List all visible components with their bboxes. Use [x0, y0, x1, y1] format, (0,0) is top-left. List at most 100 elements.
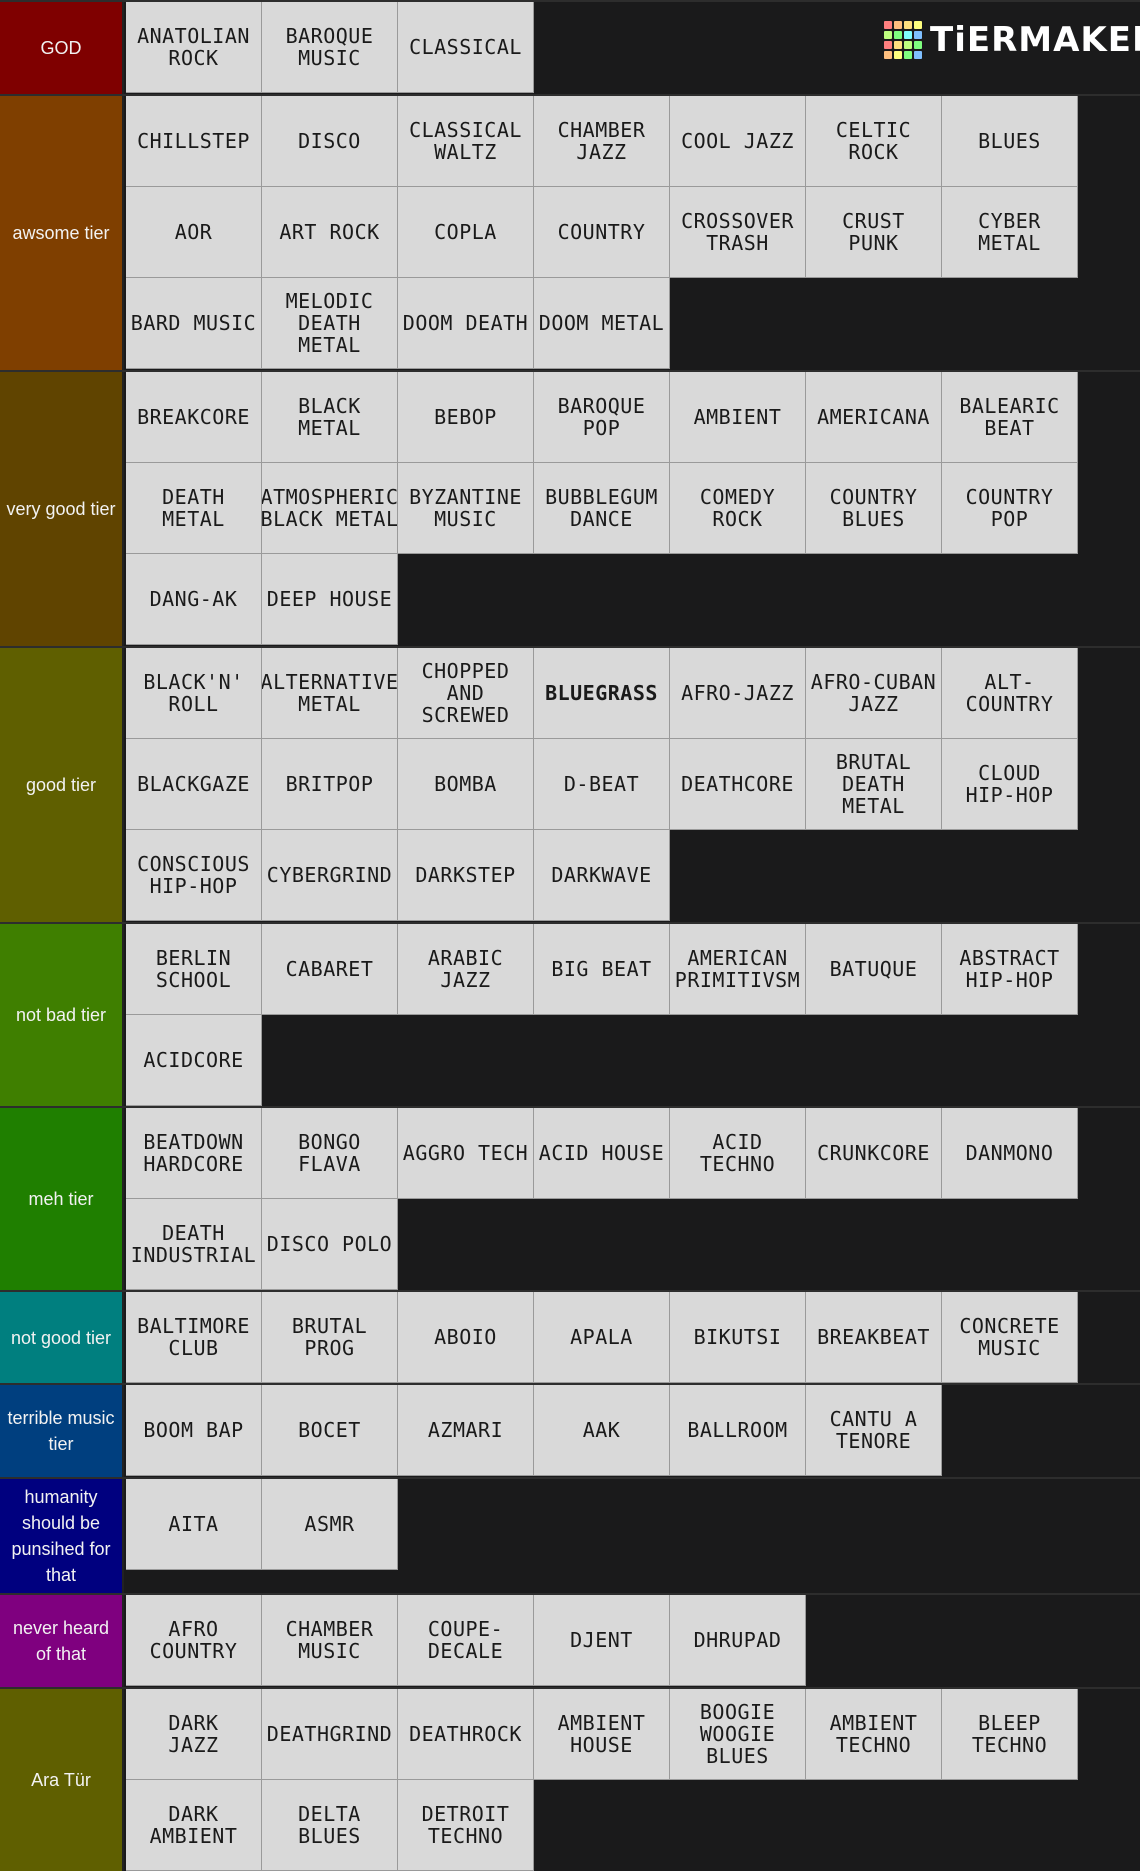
tier-item-card[interactable]: DARKWAVE	[534, 830, 670, 921]
tier-item-card[interactable]: BAROQUE MUSIC	[262, 2, 398, 93]
tier-item-card[interactable]: ART ROCK	[262, 187, 398, 278]
tier-label[interactable]: terrible music tier	[0, 1385, 124, 1477]
tier-item-card[interactable]: BLACK METAL	[262, 372, 398, 463]
tier-item-card[interactable]: BYZANTINE MUSIC	[398, 463, 534, 554]
tier-label[interactable]: good tier	[0, 648, 124, 922]
tier-label[interactable]: meh tier	[0, 1108, 124, 1290]
tier-item-card[interactable]: BARD MUSIC	[126, 278, 262, 369]
tier-label[interactable]: never heard of that	[0, 1595, 124, 1687]
tier-item-card[interactable]: BIKUTSI	[670, 1292, 806, 1383]
tier-item-card[interactable]: MELODIC DEATH METAL	[262, 278, 398, 369]
tiermaker-logo[interactable]: TiERMAKER	[884, 18, 1140, 62]
tier-item-card[interactable]: D-BEAT	[534, 739, 670, 830]
tier-label[interactable]: awsome tier	[0, 96, 124, 370]
tier-item-card[interactable]: AMERICAN PRIMITIVSM	[670, 924, 806, 1015]
tier-item-card[interactable]: BRUTAL DEATH METAL	[806, 739, 942, 830]
tier-item-card[interactable]: DEATH INDUSTRIAL	[126, 1199, 262, 1290]
tier-item-card[interactable]: BUBBLEGUM DANCE	[534, 463, 670, 554]
tier-item-card[interactable]: AOR	[126, 187, 262, 278]
tier-item-card[interactable]: COOL JAZZ	[670, 96, 806, 187]
tier-item-card[interactable]: DEATHCORE	[670, 739, 806, 830]
tier-item-card[interactable]: ANATOLIAN ROCK	[126, 2, 262, 93]
tier-item-card[interactable]: AMBIENT TECHNO	[806, 1689, 942, 1780]
tier-item-card[interactable]: AMERICANA	[806, 372, 942, 463]
tier-item-card[interactable]: BRITPOP	[262, 739, 398, 830]
tier-item-card[interactable]: DOOM DEATH	[398, 278, 534, 369]
tier-item-card[interactable]: BALEARIC BEAT	[942, 372, 1078, 463]
tier-item-card[interactable]: AMBIENT HOUSE	[534, 1689, 670, 1780]
tier-item-card[interactable]: CHAMBER JAZZ	[534, 96, 670, 187]
tier-item-card[interactable]: ABSTRACT HIP-HOP	[942, 924, 1078, 1015]
tier-item-card[interactable]: BALTIMORE CLUB	[126, 1292, 262, 1383]
tier-item-card[interactable]: CELTIC ROCK	[806, 96, 942, 187]
tier-item-card[interactable]: DEATH METAL	[126, 463, 262, 554]
tier-item-card[interactable]: CRUST PUNK	[806, 187, 942, 278]
tier-item-card[interactable]: CONSCIOUS HIP-HOP	[126, 830, 262, 921]
tier-item-card[interactable]: AAK	[534, 1385, 670, 1476]
tier-item-card[interactable]: BAROQUE POP	[534, 372, 670, 463]
tier-item-card[interactable]: CANTU A TENORE	[806, 1385, 942, 1476]
tier-item-card[interactable]: BLUEGRASS	[534, 648, 670, 739]
tier-item-card[interactable]: CONCRETE MUSIC	[942, 1292, 1078, 1383]
tier-item-card[interactable]: COUNTRY BLUES	[806, 463, 942, 554]
tier-item-card[interactable]: ACID HOUSE	[534, 1108, 670, 1199]
tier-item-card[interactable]: CHOPPED AND SCREWED	[398, 648, 534, 739]
tier-item-card[interactable]: BOOM BAP	[126, 1385, 262, 1476]
tier-item-card[interactable]: CHILLSTEP	[126, 96, 262, 187]
tier-item-card[interactable]: AMBIENT	[670, 372, 806, 463]
tier-item-card[interactable]: ACIDCORE	[126, 1015, 262, 1106]
tier-item-card[interactable]: COUNTRY POP	[942, 463, 1078, 554]
tier-item-card[interactable]: CABARET	[262, 924, 398, 1015]
tier-item-card[interactable]: ACID TECHNO	[670, 1108, 806, 1199]
tier-item-card[interactable]: BONGO FLAVA	[262, 1108, 398, 1199]
tier-item-card[interactable]: DELTA BLUES	[262, 1780, 398, 1871]
tier-item-card[interactable]: CRUNKCORE	[806, 1108, 942, 1199]
tier-item-card[interactable]: DEATHGRIND	[262, 1689, 398, 1780]
tier-item-card[interactable]: COMEDY ROCK	[670, 463, 806, 554]
tier-item-card[interactable]: BIG BEAT	[534, 924, 670, 1015]
tier-item-card[interactable]: CHAMBER MUSIC	[262, 1595, 398, 1686]
tier-item-card[interactable]: AFRO-CUBAN JAZZ	[806, 648, 942, 739]
tier-item-card[interactable]: BLACKGAZE	[126, 739, 262, 830]
tier-item-card[interactable]: DARK JAZZ	[126, 1689, 262, 1780]
tier-item-card[interactable]: DANMONO	[942, 1108, 1078, 1199]
tier-item-card[interactable]: DJENT	[534, 1595, 670, 1686]
tier-item-card[interactable]: DEATHROCK	[398, 1689, 534, 1780]
tier-label[interactable]: GOD	[0, 2, 124, 94]
tier-item-card[interactable]: COPLA	[398, 187, 534, 278]
tier-item-card[interactable]: DETROIT TECHNO	[398, 1780, 534, 1871]
tier-label[interactable]: very good tier	[0, 372, 124, 646]
tier-item-card[interactable]: BRUTAL PROG	[262, 1292, 398, 1383]
tier-item-card[interactable]: BALLROOM	[670, 1385, 806, 1476]
tier-item-card[interactable]: BREAKBEAT	[806, 1292, 942, 1383]
tier-item-card[interactable]: BOOGIE WOOGIE BLUES	[670, 1689, 806, 1780]
tier-item-card[interactable]: AZMARI	[398, 1385, 534, 1476]
tier-item-card[interactable]: DISCO POLO	[262, 1199, 398, 1290]
tier-label[interactable]: humanity should be punsihed for that	[0, 1479, 124, 1593]
tier-item-card[interactable]: CROSSOVER TRASH	[670, 187, 806, 278]
tier-item-card[interactable]: ABOIO	[398, 1292, 534, 1383]
tier-item-card[interactable]: BEATDOWN HARDCORE	[126, 1108, 262, 1199]
tier-item-card[interactable]: COUNTRY	[534, 187, 670, 278]
tier-item-card[interactable]: BLUES	[942, 96, 1078, 187]
tier-item-card[interactable]: DOOM METAL	[534, 278, 670, 369]
tier-item-card[interactable]: BEBOP	[398, 372, 534, 463]
tier-item-card[interactable]: DEEP HOUSE	[262, 554, 398, 645]
tier-item-card[interactable]: BATUQUE	[806, 924, 942, 1015]
tier-item-card[interactable]: CLASSICAL	[398, 2, 534, 93]
tier-item-card[interactable]: DARK AMBIENT	[126, 1780, 262, 1871]
tier-item-card[interactable]: AITA	[126, 1479, 262, 1570]
tier-label[interactable]: not bad tier	[0, 924, 124, 1106]
tier-item-card[interactable]: AFRO-JAZZ	[670, 648, 806, 739]
tier-item-card[interactable]: BOCET	[262, 1385, 398, 1476]
tier-item-card[interactable]: ALTERNATIVE METAL	[262, 648, 398, 739]
tier-item-card[interactable]: DHRUPAD	[670, 1595, 806, 1686]
tier-item-card[interactable]: BREAKCORE	[126, 372, 262, 463]
tier-item-card[interactable]: AGGRO TECH	[398, 1108, 534, 1199]
tier-item-card[interactable]: BERLIN SCHOOL	[126, 924, 262, 1015]
tier-item-card[interactable]: CLOUD HIP-HOP	[942, 739, 1078, 830]
tier-item-card[interactable]: ATMOSPHERIC BLACK METAL	[262, 463, 398, 554]
tier-item-card[interactable]: ALT-COUNTRY	[942, 648, 1078, 739]
tier-label[interactable]: Ara Tür	[0, 1689, 124, 1871]
tier-item-card[interactable]: COUPE-DECALE	[398, 1595, 534, 1686]
